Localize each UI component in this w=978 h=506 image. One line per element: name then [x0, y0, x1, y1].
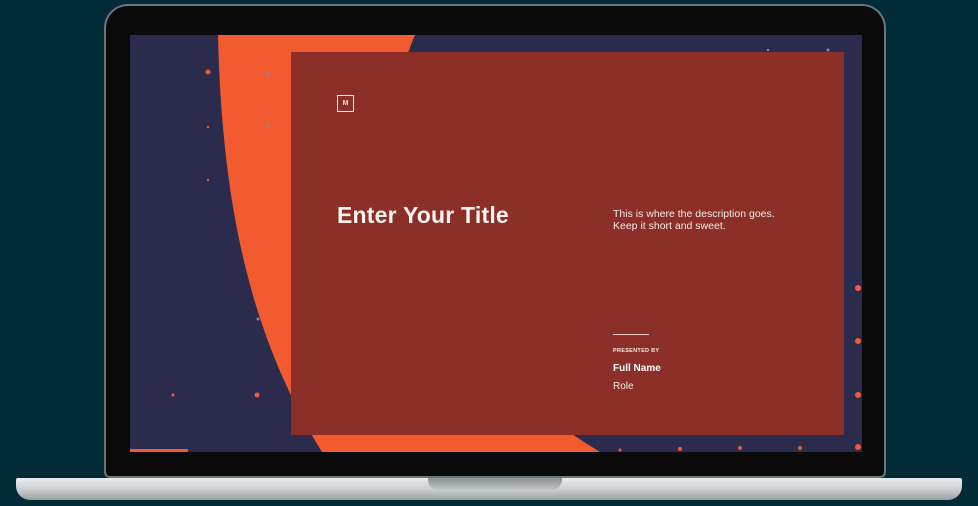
slide-title: Enter Your Title [337, 202, 509, 228]
slide-description-line-1: This is where the description goes. [613, 208, 775, 220]
laptop-base-notch [428, 478, 562, 490]
slide-description-line-2: Keep it short and sweet. [613, 220, 726, 232]
presented-by-label: PRESENTED BY [613, 348, 660, 354]
presenter-role: Role [613, 381, 634, 392]
presenter-name: Full Name [613, 363, 661, 374]
logo-letter: M [342, 100, 349, 107]
slide-description: This is where the description goes. Keep… [613, 208, 823, 232]
logo-badge: M [337, 95, 354, 112]
divider-line [613, 334, 649, 335]
title-slide-card: M Enter Your Title This is where the des… [291, 52, 844, 435]
laptop-screen: M Enter Your Title This is where the des… [130, 35, 862, 452]
